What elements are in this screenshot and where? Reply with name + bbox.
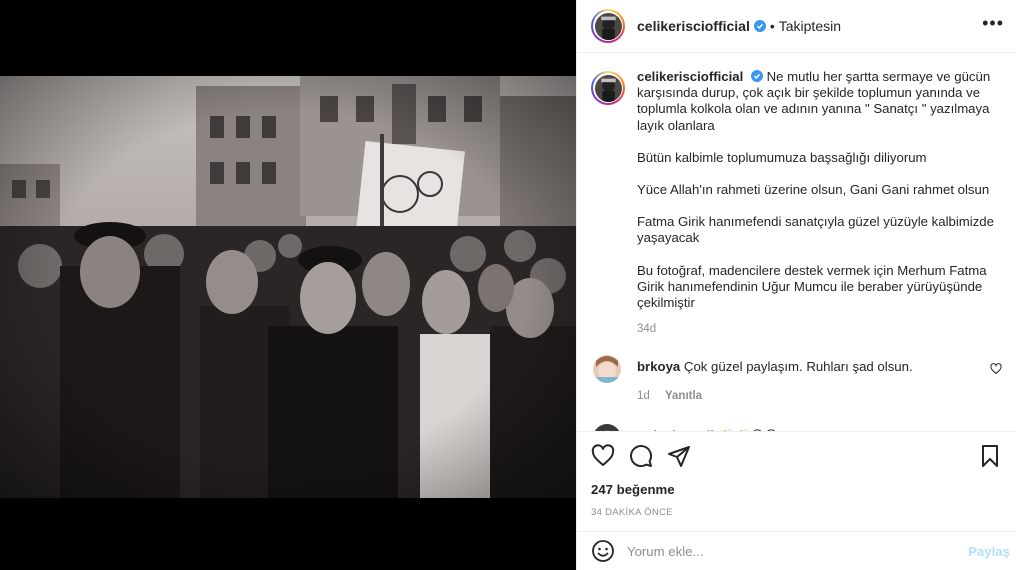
comment-bubble-icon[interactable] <box>629 444 653 468</box>
caption-time[interactable]: 34d <box>637 321 1002 337</box>
caption-paragraph: Yüce Allah'ın rahmeti üzerine olsun, Gan… <box>637 182 990 198</box>
caption-paragraph: Bu fotoğraf, madencilere destek vermek i… <box>637 262 987 311</box>
comment-item: nuketbozatli 👏👏😢😢 <box>591 423 1002 431</box>
comment-like-icon[interactable] <box>990 363 1002 375</box>
caption-avatar-image <box>594 74 622 102</box>
comment-username[interactable]: brkoya <box>637 359 680 374</box>
save-bookmark-icon[interactable] <box>978 444 1002 468</box>
verified-badge-icon <box>753 20 766 32</box>
emoji-icon[interactable] <box>591 539 615 563</box>
comment-text: Çok güzel paylaşım. Ruhları şad olsun. <box>683 359 913 375</box>
caption-paragraph: Fatma Girik hanımefendi sanatçıyla güzel… <box>637 214 994 246</box>
comment-meta: 1d Yanıtla <box>637 388 913 404</box>
add-comment-bar: Paylaş <box>577 531 1016 570</box>
comment-body: nuketbozatli 👏👏😢😢 <box>637 424 778 431</box>
comment-item: brkoya Çok güzel paylaşım. Ruhları şad o… <box>591 355 1002 403</box>
caption-first-paragraph: celikerisciofficial Ne mutlu her şartta … <box>637 69 1002 134</box>
comment-time[interactable]: 1d <box>637 390 650 402</box>
caption-avatar[interactable] <box>591 71 625 105</box>
post-comment-button[interactable]: Paylaş <box>968 544 1010 559</box>
share-send-icon[interactable] <box>667 444 691 468</box>
commenter-avatar[interactable] <box>593 355 621 384</box>
more-options-icon[interactable]: ••• <box>982 13 1004 40</box>
post-caption: celikerisciofficial Ne mutlu her şartta … <box>591 69 1002 337</box>
like-count[interactable]: 247 beğenme <box>591 482 1002 497</box>
post-time-ago: 34 DAKİKA ÖNCE <box>591 507 673 518</box>
post-actions: 247 beğenme 34 DAKİKA ÖNCE <box>577 431 1016 518</box>
action-icons <box>591 432 1002 480</box>
comment-input[interactable] <box>627 543 969 559</box>
caption-verified-icon <box>750 70 763 82</box>
comment-body: brkoya Çok güzel paylaşım. Ruhları şad o… <box>637 355 913 403</box>
comments-area[interactable]: celikerisciofficial Ne mutlu her şartta … <box>577 53 1016 431</box>
post-media <box>0 0 576 570</box>
reply-button[interactable]: Yanıtla <box>665 390 702 402</box>
like-heart-icon[interactable] <box>591 444 615 468</box>
author-username[interactable]: celikerisciofficial <box>637 18 750 34</box>
caption-paragraph: Bütün kalbimle toplumumuza başsağlığı di… <box>637 149 927 165</box>
caption-username[interactable]: celikerisciofficial <box>637 69 743 84</box>
post-header: celikerisciofficial • Takiptesin ••• <box>577 0 1016 53</box>
caption-body: celikerisciofficial Ne mutlu her şartta … <box>637 69 1002 337</box>
post-sidebar: celikerisciofficial • Takiptesin ••• cel… <box>576 0 1016 570</box>
author-avatar[interactable] <box>591 9 625 43</box>
follow-status[interactable]: Takiptesin <box>779 18 841 34</box>
commenter-avatar[interactable] <box>593 423 621 431</box>
post-photo <box>0 76 576 498</box>
author-avatar-image <box>594 12 622 40</box>
separator-dot: • <box>769 18 775 34</box>
